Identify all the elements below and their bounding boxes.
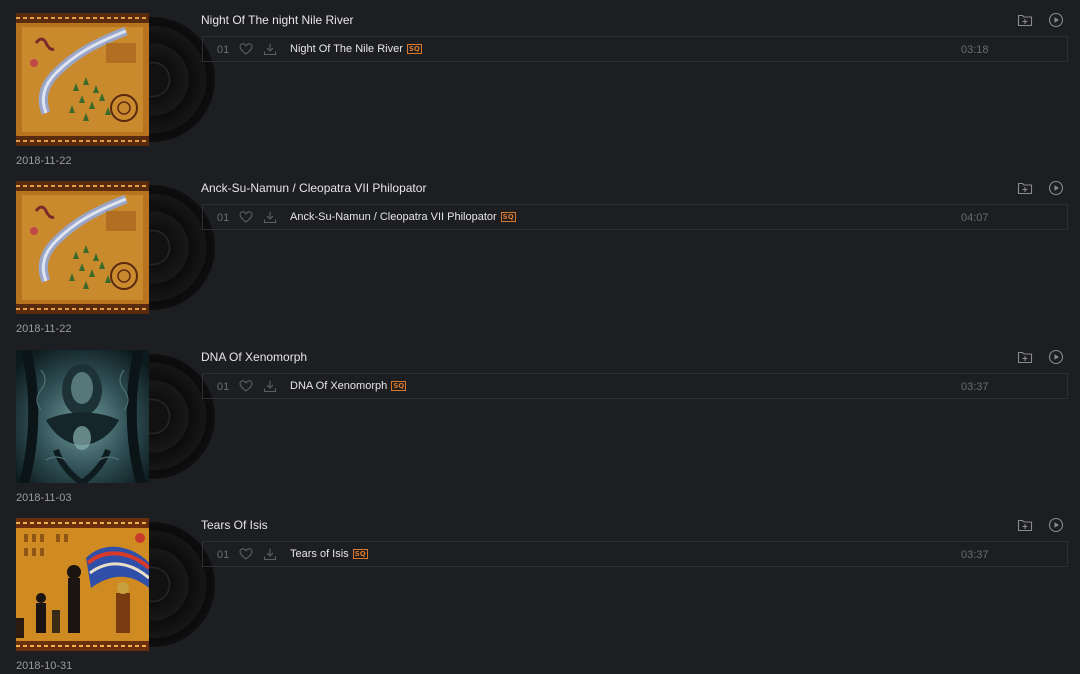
cover-art-egyptian-map[interactable] <box>16 181 149 314</box>
track-duration: 03:18 <box>961 44 989 56</box>
release-date: 2018-11-22 <box>16 323 72 335</box>
play-circle-icon[interactable] <box>1048 12 1064 28</box>
sq-badge: SQ <box>500 212 516 222</box>
sq-badge: SQ <box>391 381 407 391</box>
track-duration: 03:37 <box>961 549 989 561</box>
album-title[interactable]: Tears Of Isis <box>201 518 268 532</box>
cover-art-biomechanical[interactable] <box>16 350 149 483</box>
heart-icon[interactable] <box>239 210 253 224</box>
release-date: 2018-11-03 <box>16 492 72 504</box>
heart-icon[interactable] <box>239 42 253 56</box>
album-cover[interactable] <box>16 181 215 314</box>
album-item: 2018-10-31 Tears Of Isis 01 Tears of Isi… <box>0 505 1080 673</box>
play-circle-icon[interactable] <box>1048 349 1064 365</box>
heart-icon[interactable] <box>239 379 253 393</box>
folder-add-icon[interactable] <box>1017 349 1033 365</box>
track-row[interactable]: 01 Tears of Isis SQ 03:37 <box>202 541 1068 567</box>
track-title[interactable]: DNA Of Xenomorph SQ <box>290 380 407 392</box>
sq-badge: SQ <box>406 44 422 54</box>
album-title[interactable]: DNA Of Xenomorph <box>201 350 307 364</box>
play-circle-icon[interactable] <box>1048 180 1064 196</box>
album-title[interactable]: Night Of The night Nile River <box>201 13 354 27</box>
track-duration: 04:07 <box>961 212 989 224</box>
album-cover[interactable] <box>16 518 215 651</box>
release-date: 2018-10-31 <box>16 660 73 672</box>
track-row[interactable]: 01 DNA Of Xenomorph SQ 03:37 <box>202 373 1068 399</box>
album-title[interactable]: Anck-Su-Namun / Cleopatra VII Philopator <box>201 181 426 195</box>
track-number: 01 <box>217 212 230 224</box>
cover-art-egyptian-map[interactable] <box>16 13 149 146</box>
play-circle-icon[interactable] <box>1048 517 1064 533</box>
album-cover[interactable] <box>16 13 215 146</box>
album-item: 2018-11-22 Night Of The night Nile River… <box>0 0 1080 168</box>
track-row[interactable]: 01 Night Of The Nile River SQ 03:18 <box>202 36 1068 62</box>
album-item: 2018-11-03 DNA Of Xenomorph 01 DNA Of Xe… <box>0 337 1080 505</box>
download-icon[interactable] <box>263 210 277 224</box>
track-number: 01 <box>217 381 230 393</box>
album-cover[interactable] <box>16 350 215 483</box>
heart-icon[interactable] <box>239 547 253 561</box>
folder-add-icon[interactable] <box>1017 180 1033 196</box>
download-icon[interactable] <box>263 379 277 393</box>
track-number: 01 <box>217 44 230 56</box>
release-date: 2018-11-22 <box>16 155 72 167</box>
cover-art-egyptian-isis[interactable] <box>16 518 149 651</box>
track-title[interactable]: Tears of Isis SQ <box>290 548 368 560</box>
track-title[interactable]: Anck-Su-Namun / Cleopatra VII Philopator… <box>290 211 516 223</box>
folder-add-icon[interactable] <box>1017 517 1033 533</box>
track-title[interactable]: Night Of The Nile River SQ <box>290 43 422 55</box>
download-icon[interactable] <box>263 547 277 561</box>
sq-badge: SQ <box>352 549 368 559</box>
track-row[interactable]: 01 Anck-Su-Namun / Cleopatra VII Philopa… <box>202 204 1068 230</box>
album-item: 2018-11-22 Anck-Su-Namun / Cleopatra VII… <box>0 168 1080 336</box>
track-number: 01 <box>217 549 230 561</box>
folder-add-icon[interactable] <box>1017 12 1033 28</box>
track-duration: 03:37 <box>961 381 989 393</box>
download-icon[interactable] <box>263 42 277 56</box>
